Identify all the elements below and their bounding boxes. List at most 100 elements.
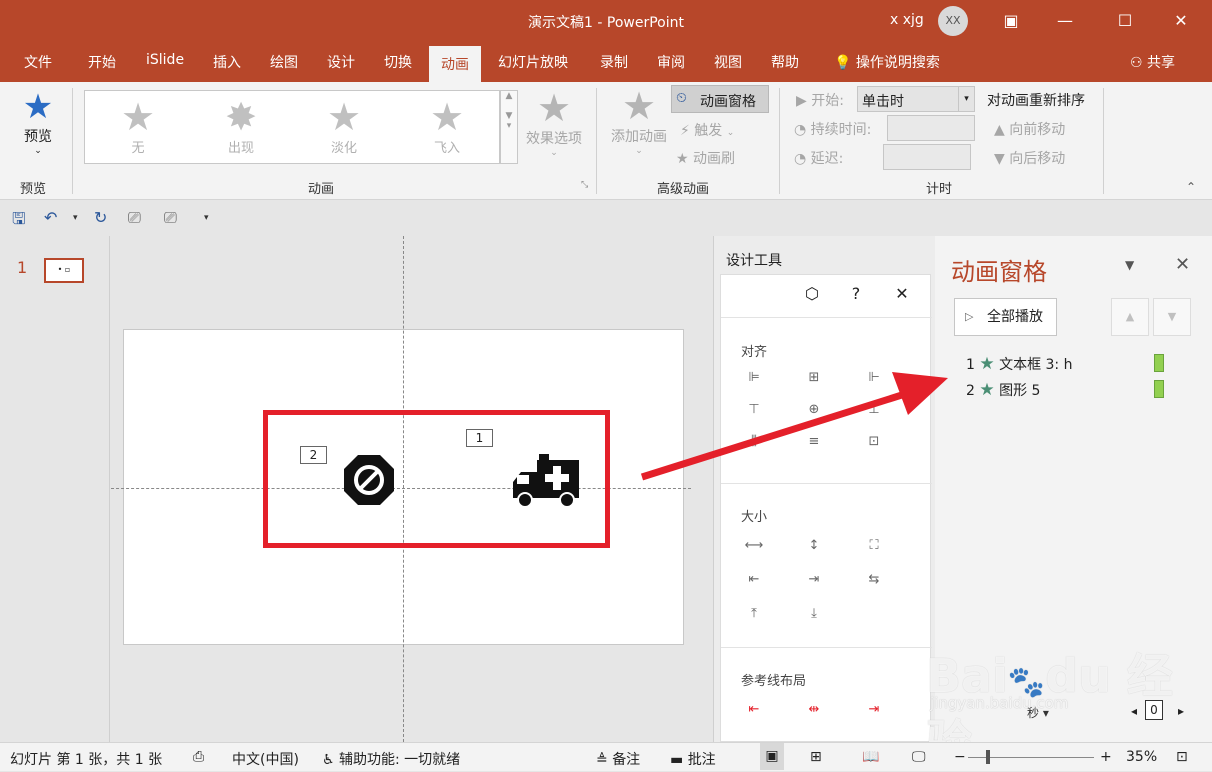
move-earlier-button[interactable]: ▲ 向前移动 [994,119,1065,139]
align-center-icon[interactable]: ⊞ [803,367,825,389]
animation-item[interactable]: 2 ★ 图形 5 [966,380,1040,400]
collapse-ribbon-icon[interactable]: ⌃ [1186,180,1196,194]
user-name[interactable]: x xjg [890,12,924,28]
tab-view[interactable]: 视图 [714,52,742,72]
timeline-bar[interactable] [1154,380,1164,398]
delay-input[interactable] [883,144,971,170]
align-top-icon[interactable]: ⊤ [743,399,765,421]
guide-left-icon[interactable]: ⇤ [743,699,765,721]
reading-view-icon[interactable]: 📖 [862,749,879,765]
tab-design[interactable]: 设计 [327,52,355,72]
tell-me-search[interactable]: 💡 操作说明搜索 [834,52,940,72]
extend-top-icon[interactable]: ⤒ [743,603,765,625]
extend-right-icon[interactable]: ⇥ [803,569,825,591]
tab-transitions[interactable]: 切换 [384,52,412,72]
animation-painter-label: 动画刷 [693,151,736,167]
dialog-launcher-icon[interactable]: ⤡ [581,180,588,190]
save-icon[interactable]: 🖫 [12,208,26,235]
center-on-slide-icon[interactable]: ⊡ [863,431,885,453]
hexagon-settings-icon[interactable]: ⬡ [801,283,823,305]
group-label-animation: 动画 [308,182,335,197]
present-from-current-icon[interactable]: ⎚ [164,208,177,228]
extend-bottom-icon[interactable]: ⤓ [803,603,825,625]
gallery-item-none[interactable]: ★ 无 [103,97,173,156]
language[interactable]: 中文(中国) [232,749,299,769]
share-button[interactable]: ⚇ 共享 [1130,52,1175,72]
ambulance-icon[interactable] [513,454,581,508]
align-middle-icon[interactable]: ⊕ [803,399,825,421]
slide-sorter-icon[interactable]: ⊞ [810,749,822,765]
align-right-icon[interactable]: ⊩ [863,367,885,389]
tab-animations[interactable]: 动画 [429,46,481,82]
guide-right-icon[interactable]: ⇥ [863,699,885,721]
notes-button[interactable]: ≜ 备注 [596,749,640,769]
tab-draw[interactable]: 绘图 [270,52,298,72]
gallery-item-fade[interactable]: ★ 淡化 [309,97,379,156]
redo-icon[interactable]: ↻ [94,208,107,227]
slide-thumbnail[interactable]: • ▫ [44,258,84,283]
preview-button[interactable]: ★ 预览 ⌄ [18,88,58,156]
maximize-icon[interactable]: ☐ [1110,6,1140,36]
effect-options-button[interactable]: ★ 效果选项 ⌄ [524,88,584,158]
distribute-horizontal-icon[interactable]: ⫼ [743,431,765,453]
ribbon-display-icon[interactable]: ▣ [996,6,1026,36]
accessibility-status[interactable]: ♿ 辅助功能: 一切就绪 [322,749,460,769]
timeline-bar[interactable] [1154,354,1164,372]
play-all-button[interactable]: ▷ 全部播放 [954,298,1057,336]
start-label-text: 开始: [811,93,844,109]
normal-view-icon[interactable]: ▣ [760,743,784,770]
animation-pane-button[interactable]: ⏲ 动画窗格 [671,85,769,113]
swap-icon[interactable]: ⇆ [863,569,885,591]
match-size-icon[interactable]: ⛶ [863,535,885,557]
close-icon[interactable]: ✕ [1166,6,1196,36]
slide-info[interactable]: 幻灯片 第 1 张，共 1 张 [10,749,162,769]
add-animation-button[interactable]: ★ 添加动画 ⌄ [606,86,672,156]
zoom-in-icon[interactable]: + [1100,749,1112,765]
undo-icon[interactable]: ↶ [44,208,57,227]
minimize-icon[interactable]: — [1050,6,1080,36]
tab-insert[interactable]: 插入 [213,52,241,72]
move-down-button[interactable]: ▼ [1153,298,1191,336]
pane-options-icon[interactable]: ▼ [1125,258,1134,272]
close-icon[interactable]: ✕ [891,283,913,305]
zoom-slider-thumb[interactable] [986,750,990,764]
duration-input[interactable] [887,115,975,141]
present-from-start-icon[interactable]: ⎚ [128,208,141,228]
help-icon[interactable]: ? [845,283,867,305]
tab-review[interactable]: 审阅 [657,52,685,72]
move-up-button[interactable]: ▲ [1111,298,1149,336]
no-entry-icon[interactable] [343,454,395,506]
distribute-vertical-icon[interactable]: ≡ [803,431,825,453]
gallery-item-fly-in[interactable]: ★ 飞入 [412,97,482,156]
tab-record[interactable]: 录制 [600,52,628,72]
match-width-icon[interactable]: ⟷ [743,535,765,557]
tab-home[interactable]: 开始 [88,52,116,72]
start-select[interactable]: 单击时 ▾ [857,86,975,112]
gallery-scrollbar[interactable]: ▲ ▼ ▾ [500,90,518,164]
spell-check-icon[interactable]: ⎙ [193,749,204,765]
tab-islide[interactable]: iSlide [146,52,184,68]
animation-item[interactable]: 1 ★ 文本框 3: h [966,354,1072,374]
close-icon[interactable]: ✕ [1175,254,1190,275]
design-tools-panel: ⬡ ? ✕ 对齐 ⊫ ⊞ ⊩ ⊤ ⊕ ⊥ ⫼ ≡ ⊡ 大小 ⟷ ↕ ⛶ ⇤ ⇥ … [720,274,932,742]
fit-to-window-icon[interactable]: ⊡ [1176,749,1188,765]
chevron-down-icon[interactable]: ▾ [73,213,78,223]
tab-slideshow[interactable]: 幻灯片放映 [498,52,568,72]
match-height-icon[interactable]: ↕ [803,535,825,557]
customize-qat-icon[interactable]: ▾ [204,213,209,223]
align-left-icon[interactable]: ⊫ [743,367,765,389]
animation-painter-button[interactable]: ★ 动画刷 [676,148,735,168]
tab-help[interactable]: 帮助 [771,52,799,72]
align-bottom-icon[interactable]: ⊥ [863,399,885,421]
trigger-button[interactable]: ⚡ 触发 ⌄ [680,120,734,140]
gallery-item-appear[interactable]: ✸ 出现 [206,97,276,156]
zoom-out-icon[interactable]: − [954,749,966,765]
move-later-button[interactable]: ▼ 向后移动 [994,148,1065,168]
avatar[interactable]: XX [938,6,968,36]
tab-file[interactable]: 文件 [24,52,52,72]
comments-button[interactable]: ▬ 批注 [670,749,716,769]
slideshow-view-icon[interactable]: 🖵 [912,749,926,765]
guide-center-icon[interactable]: ⇹ [803,699,825,721]
extend-left-icon[interactable]: ⇤ [743,569,765,591]
zoom-level[interactable]: 35% [1126,749,1157,765]
